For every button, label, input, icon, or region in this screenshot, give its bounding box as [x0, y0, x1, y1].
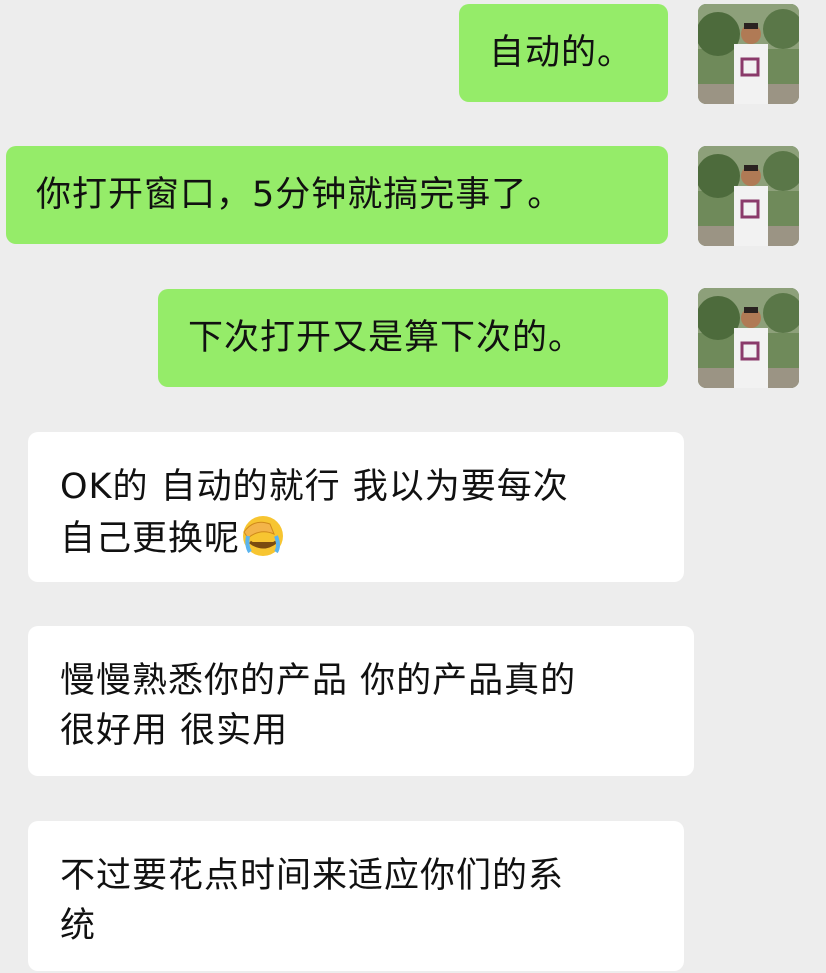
message-line: 统: [60, 906, 97, 946]
avatar[interactable]: [698, 4, 799, 104]
outgoing-bubble[interactable]: 自动的。: [459, 4, 668, 102]
incoming-bubble[interactable]: 不过要花点时间来适应你们的系 统: [28, 821, 684, 971]
message-line: 很好用 很实用: [60, 711, 289, 751]
avatar-photo: [698, 4, 799, 104]
message-line: 自己更换呢: [60, 512, 654, 564]
incoming-bubble[interactable]: OK的 自动的就行 我以为要每次 自己更换呢: [28, 432, 684, 582]
outgoing-bubble[interactable]: 你打开窗口，5分钟就搞完事了。: [6, 146, 668, 244]
facepalm-crying-emoji-icon: [243, 516, 284, 556]
message-line: 慢慢熟悉你的产品 你的产品真的: [60, 661, 577, 701]
avatar-photo: [698, 288, 799, 388]
avatar[interactable]: [698, 288, 799, 388]
message-line-text: 自己更换呢: [60, 519, 241, 559]
message-text: 自动的。: [489, 33, 634, 73]
message-line: 不过要花点时间来适应你们的系: [60, 856, 565, 896]
message-text: 下次打开又是算下次的。: [188, 318, 585, 358]
message-text: 你打开窗口，5分钟就搞完事了。: [36, 175, 564, 215]
incoming-bubble[interactable]: 慢慢熟悉你的产品 你的产品真的 很好用 很实用: [28, 626, 694, 776]
avatar-photo: [698, 146, 799, 246]
outgoing-bubble[interactable]: 下次打开又是算下次的。: [158, 289, 668, 387]
avatar[interactable]: [698, 146, 799, 246]
message-line: OK的 自动的就行 我以为要每次: [60, 467, 569, 507]
